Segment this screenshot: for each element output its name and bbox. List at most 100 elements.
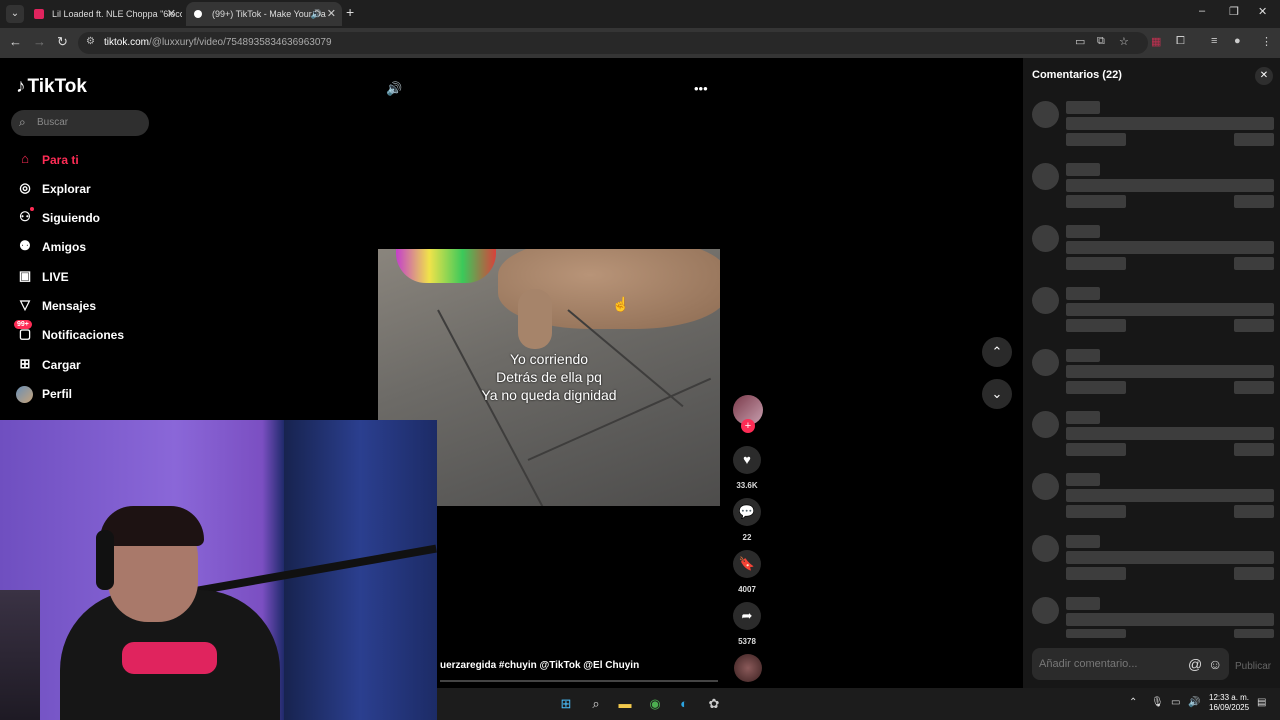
bookmark-star-icon[interactable]: ☆ [1119, 35, 1129, 48]
skeleton-line [1234, 257, 1274, 270]
emoji-icon[interactable]: ☺ [1208, 656, 1222, 672]
video-frame-toy [396, 249, 496, 283]
site-info-icon[interactable]: ⚙ [86, 36, 95, 47]
skeleton-line [1066, 225, 1100, 238]
screen: ⌄ Lil Loaded ft. NLE Choppa "6locc ✕ (99… [0, 0, 1280, 720]
video-frame-dog-leg [518, 289, 552, 349]
skeleton-line [1234, 629, 1274, 638]
skeleton-line [1234, 505, 1274, 518]
skeleton-line [1066, 287, 1100, 300]
live-icon: ▣ [18, 268, 32, 283]
notification-center-icon[interactable]: ▤ [1257, 697, 1266, 708]
skeleton-line [1066, 629, 1126, 638]
reload-icon[interactable]: ↻ [57, 34, 68, 50]
clock-date: 16/09/2025 [1209, 703, 1250, 712]
taskbar-search-icon[interactable]: ⌕ [588, 696, 604, 712]
webcam-overlay [0, 420, 437, 720]
browser-toolbar: ← → ↻ ⚙ tiktok.com/@luxxuryf/video/75489… [0, 28, 1280, 58]
extension-icon[interactable]: ▦ [1151, 35, 1161, 48]
edge-icon[interactable]: ◐ [676, 696, 692, 712]
skeleton-avatar [1032, 349, 1059, 376]
tray-overflow-icon[interactable]: ⌃ [1129, 697, 1137, 708]
close-icon[interactable]: ✕ [1255, 67, 1273, 85]
tab-audio-icon[interactable]: 🔊 [311, 2, 322, 26]
follow-plus-icon[interactable]: + [741, 419, 755, 433]
upload-icon: ⊞ [19, 356, 31, 371]
skeleton-line [1066, 133, 1126, 146]
microphone-icon[interactable]: 🎙 [1151, 697, 1164, 708]
music-disc-icon[interactable] [734, 654, 762, 682]
cast-icon[interactable]: ▭ [1075, 35, 1085, 48]
restore-icon[interactable]: ❐ [1229, 5, 1239, 18]
skeleton-avatar [1032, 163, 1059, 190]
skeleton-line [1066, 349, 1100, 362]
profile-avatar-icon[interactable]: ● [1234, 35, 1241, 47]
clock-time: 12:33 a. m. [1209, 693, 1250, 702]
tab-search-button[interactable]: ⌄ [6, 5, 24, 23]
skeleton-line [1066, 443, 1126, 456]
network-icon[interactable]: ▭ [1171, 697, 1180, 708]
comment-input[interactable]: Añadir comentario... @ ☺ [1032, 648, 1229, 680]
close-window-icon[interactable]: ✕ [1258, 5, 1267, 18]
windows-start-icon[interactable]: ⊞ [558, 696, 574, 712]
search-input[interactable]: ⌕ Buscar [11, 110, 149, 136]
comments-panel: Comentarios (22) ✕ Añadir comentario... … [1023, 58, 1280, 688]
chrome-menu-icon[interactable]: ⋮ [1261, 35, 1272, 48]
video-progress-bar[interactable] [440, 680, 718, 682]
back-icon[interactable]: ← [9, 34, 22, 49]
share-arrow-icon[interactable]: ➦ [733, 602, 761, 630]
more-options-icon[interactable]: ••• [694, 81, 708, 96]
minimize-icon[interactable]: – [1199, 5, 1205, 17]
tab-tiktok[interactable]: (99+) TikTok - Make Your Da 🔊 ✕ [186, 2, 342, 26]
webcam-microphone [122, 642, 217, 674]
previous-video-button[interactable]: ⌃ [982, 337, 1012, 367]
youtube-favicon-icon [34, 9, 44, 19]
skeleton-line [1066, 597, 1100, 610]
address-bar[interactable]: ⚙ tiktok.com/@luxxuryf/video/75489358346… [78, 32, 1148, 54]
video-hashtags[interactable]: uerzaregida #chuyin @TikTok @El Chuyin [440, 660, 639, 671]
skeleton-line [1234, 133, 1274, 146]
extensions-puzzle-icon[interactable]: ⧠ [1176, 35, 1185, 48]
skeleton-avatar [1032, 473, 1059, 500]
media-controls-icon[interactable]: ≡ [1211, 35, 1217, 47]
skeleton-line [1066, 365, 1274, 378]
publish-button[interactable]: Publicar [1235, 661, 1271, 672]
taskbar-clock[interactable]: 12:33 a. m. 16/09/2025 [1209, 693, 1249, 713]
skeleton-line [1066, 551, 1274, 564]
skeleton-avatar [1032, 101, 1059, 128]
translate-icon[interactable]: ⧉ [1097, 35, 1105, 48]
search-icon: ⌕ [19, 115, 26, 129]
comment-input-placeholder: Añadir comentario... [1039, 658, 1138, 670]
file-explorer-icon[interactable]: ▬ [617, 696, 633, 712]
next-video-button[interactable]: ⌄ [982, 379, 1012, 409]
tiktok-logo[interactable]: ♪ TikTok [16, 76, 87, 98]
forward-icon[interactable]: → [33, 34, 46, 49]
skeleton-line [1234, 567, 1274, 580]
skeleton-avatar [1032, 411, 1059, 438]
notification-badge: 99+ [14, 320, 32, 329]
speaker-icon[interactable]: 🔊 [1188, 697, 1200, 708]
comment-bubble-icon[interactable]: 💬 [733, 498, 761, 526]
close-tab-icon[interactable]: ✕ [167, 2, 176, 26]
skeleton-avatar [1032, 225, 1059, 252]
skeleton-line [1066, 411, 1100, 424]
chrome-icon[interactable]: ◉ [647, 696, 663, 712]
new-tab-button[interactable]: + [346, 4, 354, 20]
skeleton-avatar [1032, 535, 1059, 562]
save-count: 4007 [738, 585, 756, 594]
tab-title: Lil Loaded ft. NLE Choppa "6locc [52, 9, 182, 19]
volume-icon[interactable]: 🔊 [386, 81, 402, 97]
home-icon: ⌂ [21, 151, 29, 166]
skeleton-line [1066, 101, 1100, 114]
taskbar-app-icon[interactable]: ✿ [706, 696, 722, 712]
skeleton-line [1234, 443, 1274, 456]
video-caption-line: Ya no queda dignidad [481, 387, 617, 403]
mention-icon[interactable]: @ [1188, 656, 1202, 672]
tab-youtube[interactable]: Lil Loaded ft. NLE Choppa "6locc ✕ [26, 2, 182, 26]
url-text: tiktok.com/@luxxuryf/video/7548935834636… [104, 37, 332, 48]
heart-icon[interactable]: ♥ [733, 446, 761, 474]
close-tab-icon[interactable]: ✕ [327, 2, 336, 26]
bookmark-icon[interactable]: 🔖 [733, 550, 761, 578]
skeleton-line [1066, 473, 1100, 486]
skeleton-avatar [1032, 597, 1059, 624]
